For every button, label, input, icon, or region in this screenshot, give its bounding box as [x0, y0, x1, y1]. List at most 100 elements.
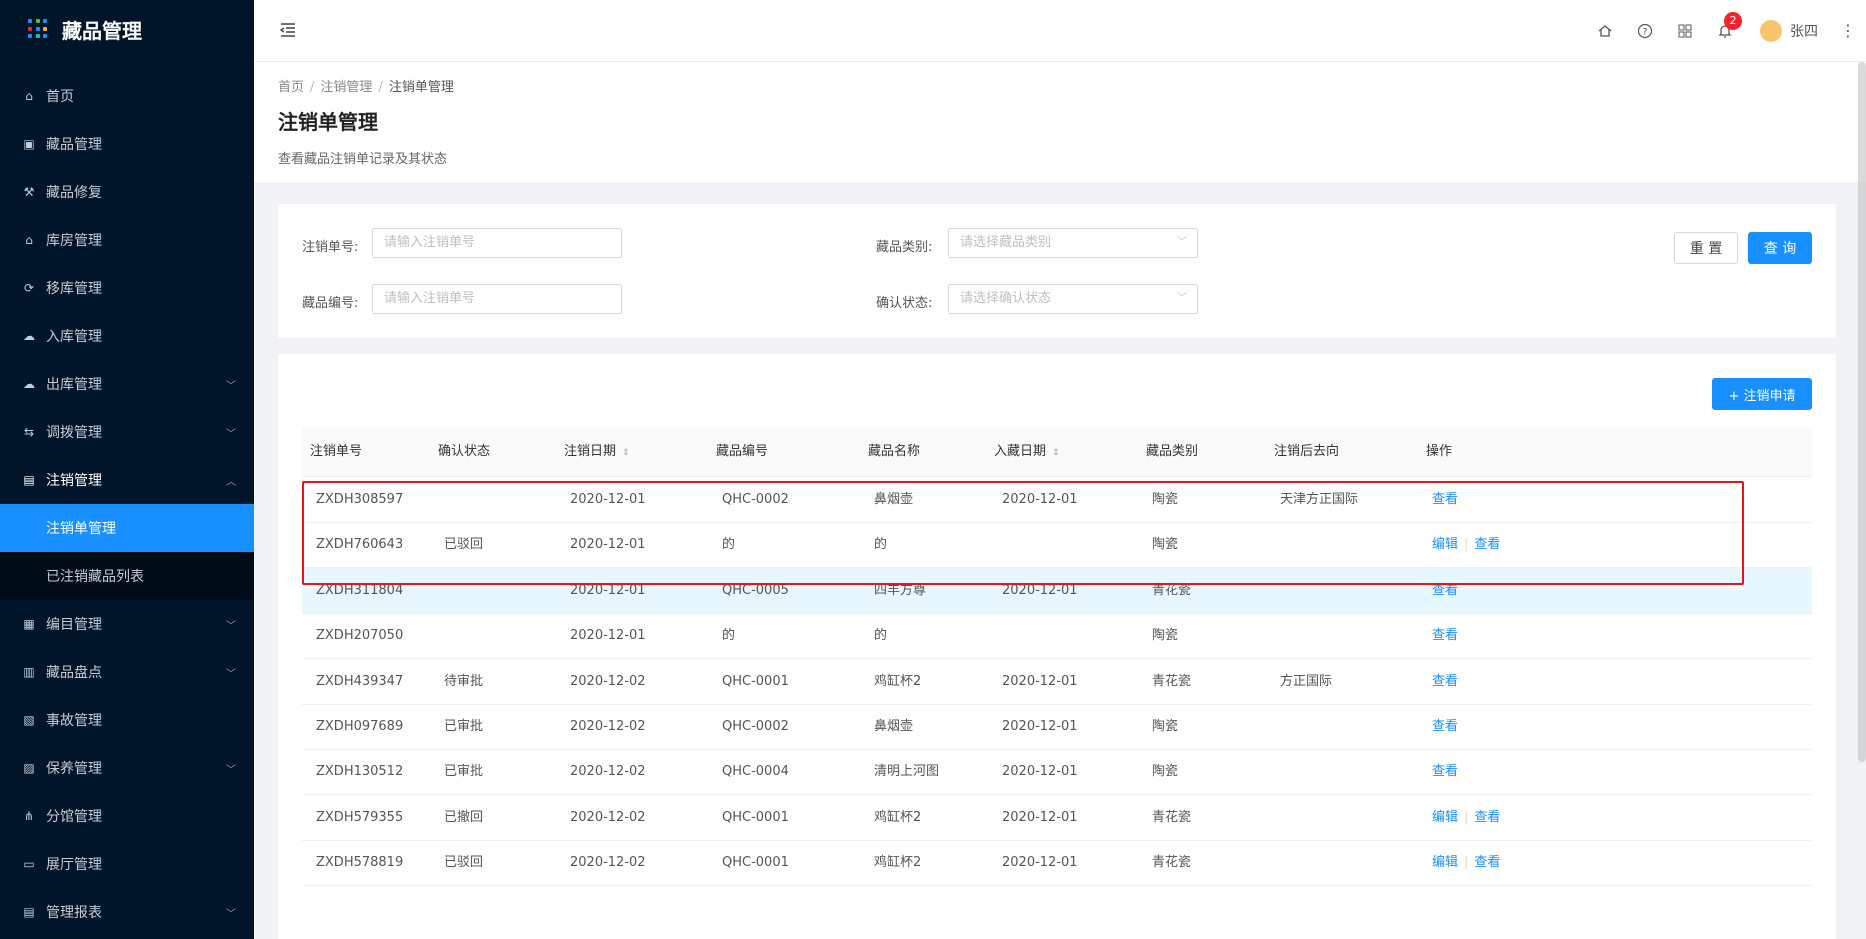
sidebar-item-9[interactable]: ▦ 编目管理 ﹀: [0, 600, 254, 648]
view-link[interactable]: 查看: [1432, 492, 1458, 507]
cell-name: 的: [874, 628, 888, 644]
cell-actions: 查看: [1432, 477, 1458, 522]
cell-actions: 编辑 | 查看: [1432, 840, 1500, 885]
page-scrollbar[interactable]: [1858, 62, 1866, 762]
column-header-2[interactable]: 注销日期 ⇕: [564, 428, 630, 476]
action-divider: |: [1464, 855, 1469, 871]
sort-icon[interactable]: ⇕: [1052, 448, 1060, 458]
chevron-down-icon: ﹀: [226, 380, 236, 392]
sidebar-item-label: 注销管理: [46, 473, 102, 489]
cell-date: 2020-12-01: [570, 537, 646, 553]
chevron-down-icon: ﹀: [226, 428, 236, 440]
sidebar-item-6[interactable]: ☁ 出库管理 ﹀: [0, 360, 254, 408]
sidebar-item-1[interactable]: ▣ 藏品管理: [0, 120, 254, 168]
view-link[interactable]: 查看: [1432, 764, 1458, 779]
report-icon: ▤: [23, 905, 35, 919]
chevron-down-icon: ﹀: [226, 908, 236, 920]
page-header: 首页 / 注销管理 / 注销单管理 注销单管理 查看藏品注销单记录及其状态: [254, 62, 1866, 182]
more-vertical-icon[interactable]: ⋮: [1840, 21, 1856, 40]
sort-icon[interactable]: ⇕: [622, 448, 630, 458]
table-panel: + 注销申请 注销单号 确认状态 注销日期 ⇕ 藏品编号 藏品名称 入藏日期 ⇕ 藏品类别 注销后…: [278, 354, 1836, 939]
sidebar-item-label: 出库管理: [46, 377, 102, 393]
apps-grid-icon[interactable]: [1676, 22, 1694, 40]
column-header-label: 注销单号: [310, 444, 363, 459]
search-button[interactable]: 查 询: [1748, 232, 1812, 264]
cell-no: ZXDH308597: [316, 492, 404, 507]
cell-date: 2020-12-02: [570, 855, 646, 871]
sidebar-item-10[interactable]: ▥ 藏品盘点 ﹀: [0, 648, 254, 696]
user-menu[interactable]: 张四: [1760, 19, 1818, 42]
sidebar-item-3[interactable]: ⌂ 库房管理: [0, 216, 254, 264]
edit-link[interactable]: 编辑: [1432, 855, 1458, 870]
cell-name: 鸡缸杯2: [874, 809, 922, 825]
transfer-icon: ⇆: [23, 425, 35, 439]
sidebar-item-13[interactable]: ⋔ 分馆管理: [0, 792, 254, 840]
sidebar-item-5[interactable]: ☁ 入库管理: [0, 312, 254, 360]
sidebar-item-2[interactable]: ⚒ 藏品修复: [0, 168, 254, 216]
chevron-down-icon: ﹀: [226, 668, 236, 680]
order-no-input[interactable]: 请输入注销单号: [372, 228, 622, 258]
sidebar-item-12[interactable]: ▨ 保养管理 ﹀: [0, 744, 254, 792]
view-link[interactable]: 查看: [1432, 583, 1458, 598]
sidebar-item-14[interactable]: ▭ 展厅管理: [0, 840, 254, 888]
cell-in-date: 2020-12-01: [1002, 673, 1078, 689]
menu-collapse-icon[interactable]: [278, 20, 298, 40]
column-header-5[interactable]: 入藏日期 ⇕: [994, 428, 1060, 476]
sidebar-item-label: 入库管理: [46, 329, 102, 345]
user-name: 张四: [1790, 23, 1818, 40]
view-link[interactable]: 查看: [1432, 628, 1458, 643]
sidebar-item-label: 编目管理: [46, 617, 102, 633]
sidebar-item-0[interactable]: ⌂ 首页: [0, 72, 254, 120]
home-icon[interactable]: [1596, 22, 1614, 40]
add-cancel-request-button[interactable]: + 注销申请: [1712, 378, 1812, 410]
submenu-item-1[interactable]: 已注销藏品列表: [0, 552, 254, 600]
edit-link[interactable]: 编辑: [1432, 537, 1458, 552]
cell-status: 已审批: [444, 764, 484, 780]
branch-icon: ⋔: [23, 809, 35, 823]
reset-button[interactable]: 重 置: [1674, 232, 1738, 264]
cell-date: 2020-12-01: [570, 492, 646, 507]
chevron-down-icon: ﹀: [1177, 237, 1187, 248]
column-header-label: 注销日期: [564, 444, 617, 459]
cell-category: 陶瓷: [1152, 764, 1179, 780]
sidebar-item-15[interactable]: ▤ 管理报表 ﹀: [0, 888, 254, 936]
help-icon[interactable]: ?: [1636, 22, 1654, 40]
category-select[interactable]: 请选择藏品类别 ﹀: [948, 228, 1198, 258]
maintenance-icon: ▨: [23, 761, 35, 775]
column-header-label: 藏品编号: [716, 444, 769, 459]
brand[interactable]: 藏品管理: [0, 0, 254, 58]
table-row: ZXDH130512 已审批 2020-12-02 QHC-0004 清明上河图 2020…: [302, 749, 1812, 796]
breadcrumb-cancel-mgmt[interactable]: 注销管理: [320, 80, 372, 95]
home-icon: ⌂: [25, 89, 33, 103]
incident-icon: ▧: [23, 713, 35, 727]
breadcrumb-home[interactable]: 首页: [278, 80, 304, 95]
sidebar-item-4[interactable]: ⟳ 移库管理: [0, 264, 254, 312]
chevron-down-icon: ﹀: [226, 620, 236, 632]
view-link[interactable]: 查看: [1474, 537, 1500, 552]
sidebar-item-8[interactable]: ▤ 注销管理 ︿: [0, 456, 254, 504]
cell-name: 的: [874, 537, 888, 553]
breadcrumb-current: 注销单管理: [388, 80, 454, 95]
bell-icon[interactable]: 2: [1716, 11, 1742, 40]
cell-category: 陶瓷: [1152, 628, 1179, 644]
sidebar-menu: ⌂ 首页 ▣ 藏品管理 ⚒ 藏品修复 ⌂ 库房管理 ⟳ 移库管理 ☁ 入库管理 ☁ 出库管理 ﹀ ⇆ 调拨管理 ﹀…: [0, 72, 254, 936]
submenu-item-0[interactable]: 注销单管理: [0, 504, 254, 552]
sidebar-item-7[interactable]: ⇆ 调拨管理 ﹀: [0, 408, 254, 456]
order-no-label: 注销单号:: [302, 240, 359, 255]
view-link[interactable]: 查看: [1432, 719, 1458, 734]
view-link[interactable]: 查看: [1432, 674, 1458, 689]
cell-actions: 查看: [1432, 749, 1458, 794]
submenu: 注销单管理 已注销藏品列表: [0, 504, 254, 600]
edit-link[interactable]: 编辑: [1432, 810, 1458, 825]
cell-name: 清明上河图: [874, 764, 940, 780]
cell-name: 鸡缸杯2: [874, 855, 922, 871]
sidebar-item-11[interactable]: ▧ 事故管理: [0, 696, 254, 744]
cell-category: 陶瓷: [1152, 537, 1179, 553]
view-link[interactable]: 查看: [1474, 810, 1500, 825]
item-no-input[interactable]: 请输入注销单号: [372, 284, 622, 314]
cell-name: 鼻烟壶: [874, 492, 914, 507]
view-link[interactable]: 查看: [1474, 855, 1500, 870]
sidebar-item-label: 首页: [46, 89, 74, 105]
status-select[interactable]: 请选择确认状态 ﹀: [948, 284, 1198, 314]
cell-status: 已审批: [444, 719, 484, 734]
